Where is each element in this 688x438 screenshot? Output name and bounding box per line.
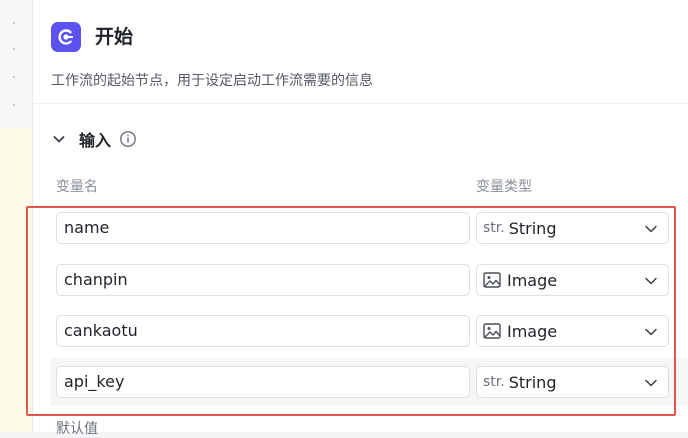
input-section-header[interactable]: 输入: [51, 127, 137, 151]
variable-name-input[interactable]: cankaotu: [56, 315, 470, 347]
chevron-down-icon: [645, 328, 657, 336]
node-description[interactable]: 工作流的起始节点，用于设定启动工作流需要的信息: [51, 70, 373, 90]
variable-name-input[interactable]: name: [56, 212, 470, 244]
default-value-label: 默认值: [56, 421, 98, 437]
column-header-variable-type: 变量类型: [476, 179, 532, 195]
variable-type-value: String: [508, 218, 557, 238]
node-title[interactable]: 开始: [95, 22, 133, 52]
canvas-node-strip: [0, 128, 32, 432]
variable-type-select[interactable]: str. String: [476, 366, 669, 398]
string-type-icon: str.: [483, 374, 505, 390]
chevron-down-icon: [645, 277, 657, 285]
variable-name-input[interactable]: chanpin: [56, 264, 470, 296]
canvas-dot: [13, 48, 15, 50]
variable-type-select[interactable]: Image: [476, 264, 669, 296]
variable-type-value: String: [508, 372, 557, 392]
variable-type-select[interactable]: str. String: [476, 212, 669, 244]
input-section-label: 输入: [79, 131, 112, 150]
column-header-variable-name: 变量名: [56, 179, 98, 195]
chevron-down-icon[interactable]: [51, 131, 67, 147]
variable-type-value: Image: [507, 270, 558, 290]
node-config-panel: 开始 工作流的起始节点，用于设定启动工作流需要的信息 输入 变量名 变量类型 n…: [32, 0, 688, 437]
canvas-dot: [13, 22, 15, 24]
variable-type-select[interactable]: Image: [476, 315, 669, 347]
image-type-icon: [483, 323, 501, 339]
info-icon[interactable]: [119, 130, 137, 148]
variable-type-value: Image: [507, 321, 558, 341]
string-type-icon: str.: [483, 220, 505, 236]
workflow-canvas-edge: [0, 0, 32, 432]
variable-name-input[interactable]: api_key: [56, 366, 470, 398]
chevron-down-icon: [645, 225, 657, 233]
divider: [33, 103, 688, 104]
start-node-icon: [51, 22, 81, 52]
image-type-icon: [483, 272, 501, 288]
chevron-down-icon: [645, 379, 657, 387]
canvas-dot: [13, 76, 15, 78]
canvas-dot: [13, 104, 15, 106]
